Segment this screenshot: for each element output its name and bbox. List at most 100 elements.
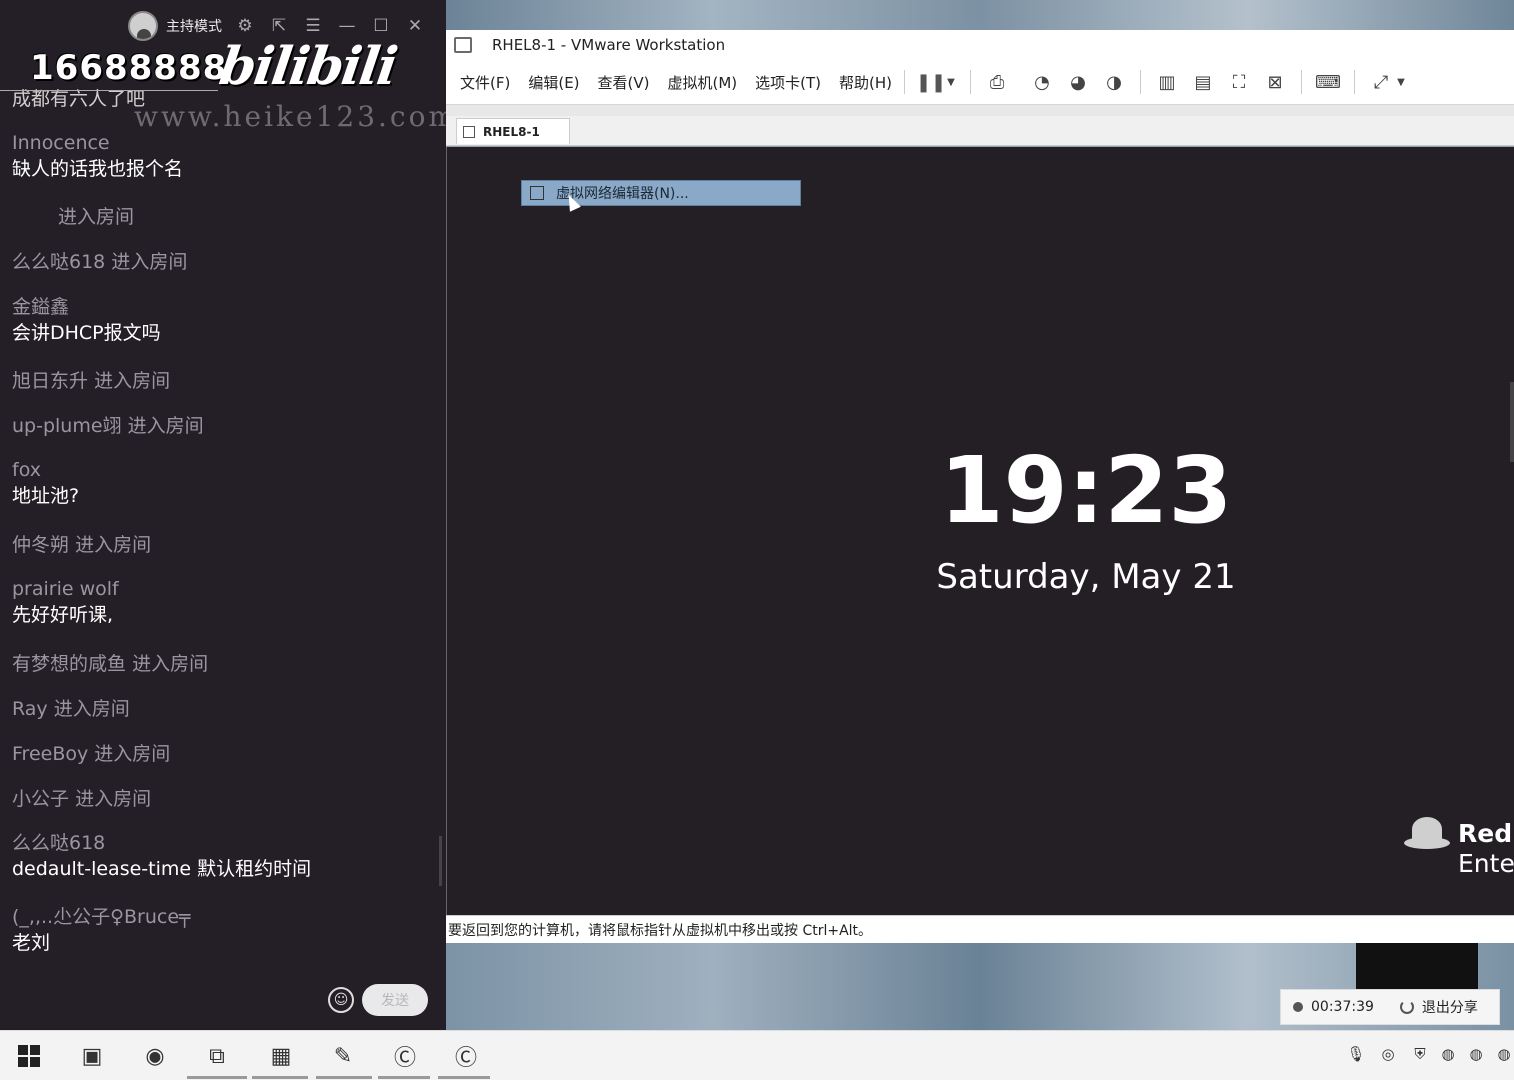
menu-vm[interactable]: 虚拟机(M) (668, 72, 738, 93)
chat-entry: 有梦想的咸鱼 进入房间 (12, 651, 208, 677)
console-icon[interactable]: ⌨ (1315, 69, 1341, 95)
brand-line-1: Red (1458, 819, 1513, 848)
vmware-app-icon (454, 37, 472, 53)
chat-user[interactable]: 么么哒618 (12, 830, 311, 856)
vmware-menubar: 文件(F) 编辑(E) 查看(V) 虚拟机(M) 选项卡(T) 帮助(H) ❚❚… (446, 60, 1514, 104)
lock-screen-date: Saturday, May 21 (936, 557, 1236, 597)
watermark-number: 16688888 (30, 48, 228, 88)
chat-text: 缺人的话我也报个名 (12, 158, 184, 180)
chat-user[interactable]: (_,,..尐公子♀Bruce╤ (12, 904, 190, 930)
send-button[interactable]: 发送 (362, 984, 428, 1016)
desktop-background (446, 0, 1514, 30)
avatar[interactable] (128, 11, 158, 41)
chevron-down-icon[interactable]: ▼ (1395, 69, 1407, 95)
gear-icon[interactable]: ⚙ (234, 15, 256, 37)
watermark-brand: bilibili (215, 36, 400, 97)
chat-user[interactable]: FreeBoy (12, 743, 88, 765)
chat-user[interactable]: 金鎰鑫 (12, 294, 161, 320)
vmware-window: RHEL8-1 - VMware Workstation 文件(F) 编辑(E)… (446, 0, 1514, 1030)
chat-user[interactable]: fox (12, 457, 79, 483)
qq-icon[interactable]: ◍ (1438, 1044, 1458, 1064)
sidebar-toggle-icon[interactable]: ▥ (1154, 69, 1180, 95)
toolbar-divider (1140, 70, 1142, 94)
chrome-icon[interactable]: ◉ (140, 1041, 170, 1071)
taskbar: ▣ ◉ ⧉ ▦ ✎ Ⓒ Ⓒ (0, 1030, 1514, 1080)
chat-user[interactable]: Innocence (12, 130, 183, 156)
stretch-icon[interactable]: ⤢ (1368, 69, 1394, 95)
pause-icon[interactable]: ❚❚ (916, 69, 946, 95)
share-timer: 00:37:39 (1311, 999, 1374, 1015)
feather-icon[interactable]: ✎ (328, 1041, 358, 1071)
console-scrollbar[interactable] (1510, 382, 1514, 462)
windows-start-icon[interactable] (18, 1045, 40, 1067)
task-active-indicator (187, 1076, 247, 1079)
menu-edit[interactable]: 编辑(E) (528, 72, 579, 93)
chat-entry: 小公子 进入房间 (12, 786, 151, 812)
chat-user[interactable]: 有梦想的咸鱼 (12, 653, 126, 675)
recording-dot-icon (1293, 1002, 1303, 1012)
chat-message-top: 成都有六人了吧 (12, 88, 146, 110)
mic-icon[interactable]: 🎙 (1346, 1044, 1366, 1064)
vm-console[interactable]: 虚拟网络编辑器(N)... 19:23 Saturday, May 21 Red… (446, 147, 1514, 915)
chat-user[interactable]: 仲冬朔 (12, 534, 69, 556)
host-mode-label[interactable]: 主持模式 (166, 16, 222, 36)
vmware-icon[interactable]: ⧉ (202, 1041, 232, 1071)
chat-message: prairie wolf 先好好听课, (12, 576, 119, 628)
window-title: RHEL8-1 - VMware Workstation (492, 36, 726, 54)
menu-file[interactable]: 文件(F) (460, 72, 510, 93)
qq-icon[interactable]: ◍ (1466, 1044, 1486, 1064)
chat-entry-action: 进入房间 (75, 534, 152, 556)
fullscreen-icon[interactable]: ⛶ (1226, 69, 1252, 95)
chat-scrollbar[interactable] (439, 836, 442, 886)
revert-snapshot-icon[interactable]: ◕ (1065, 69, 1091, 95)
popout-icon[interactable]: ⇱ (268, 15, 290, 37)
chat-entry: 仲冬朔 进入房间 (12, 532, 151, 558)
menu-help[interactable]: 帮助(H) (839, 72, 892, 93)
power-icon[interactable] (1399, 1000, 1414, 1014)
chat-entry-action: 进入房间 (58, 206, 135, 228)
status-hint: 要返回到您的计算机，请将鼠标指针从虚拟机中移出或按 Ctrl+Alt。 (448, 922, 873, 939)
close-icon[interactable]: ✕ (404, 15, 426, 37)
chat-user[interactable]: 旭日东升 (12, 370, 88, 392)
menu-icon[interactable]: ☰ (302, 15, 324, 37)
watermark-url: www.heike123.com (134, 100, 459, 133)
qq-icon[interactable]: ◍ (1494, 1044, 1514, 1064)
media-icon[interactable]: ▦ (266, 1041, 296, 1071)
exit-share-button[interactable]: 退出分享 (1422, 997, 1478, 1017)
task-active-indicator (438, 1076, 490, 1079)
chat-message: 金鎰鑫 会讲DHCP报文吗 (12, 294, 161, 346)
tab-rhel8-1[interactable]: RHEL8-1 (456, 118, 570, 144)
chat-text: 老刘 (12, 932, 51, 954)
chevron-down-icon[interactable]: ▼ (945, 69, 957, 95)
menu-tabs[interactable]: 选项卡(T) (755, 72, 821, 93)
menu-view[interactable]: 查看(V) (598, 72, 650, 93)
emoji-icon[interactable]: ☺ (328, 987, 354, 1013)
vmware-titlebar: RHEL8-1 - VMware Workstation (446, 30, 1514, 60)
screen-share-bar: 00:37:39 退出分享 (1280, 989, 1500, 1025)
chat-user[interactable]: Ray (12, 698, 48, 720)
shield-icon[interactable]: ⛨ (1410, 1044, 1430, 1064)
chat-user[interactable]: prairie wolf (12, 576, 119, 602)
chat-entry-action: 进入房间 (94, 370, 171, 392)
thumbnail-bar-icon[interactable]: ▤ (1190, 69, 1216, 95)
chat-footer: ☺ 发送 (328, 984, 428, 1016)
toolbar-divider (904, 70, 906, 94)
file-explorer-icon[interactable]: ▣ (77, 1041, 107, 1071)
snapshot-icon[interactable]: ◔ (1029, 69, 1055, 95)
send-ctrl-alt-del-icon[interactable]: ⎙ (984, 69, 1010, 95)
chat-message: Innocence 缺人的话我也报个名 (12, 130, 183, 182)
virtual-network-editor-tooltip: 虚拟网络编辑器(N)... (521, 180, 801, 206)
chat-user[interactable]: up-plume翊 (12, 415, 122, 437)
minimize-icon[interactable]: — (336, 15, 358, 37)
chat-entry: 么么哒618 进入房间 (12, 249, 187, 275)
maximize-icon[interactable]: ☐ (370, 15, 392, 37)
lock-screen-time: 19:23 (939, 437, 1233, 544)
chat-panel: 主持模式 ⚙ ⇱ ☰ — ☐ ✕ 成都有六人了吧 16688888 bilibi… (0, 0, 455, 1030)
chat-user[interactable]: 小公子 (12, 788, 69, 810)
chat-user[interactable]: 么么哒618 (12, 251, 105, 273)
network-icon[interactable]: ◎ (1378, 1044, 1398, 1064)
unity-icon[interactable]: ⊠ (1262, 69, 1288, 95)
snapshot-manager-icon[interactable]: ◑ (1101, 69, 1127, 95)
c-app-icon[interactable]: Ⓒ (451, 1041, 481, 1071)
c-app-icon[interactable]: Ⓒ (390, 1041, 420, 1071)
